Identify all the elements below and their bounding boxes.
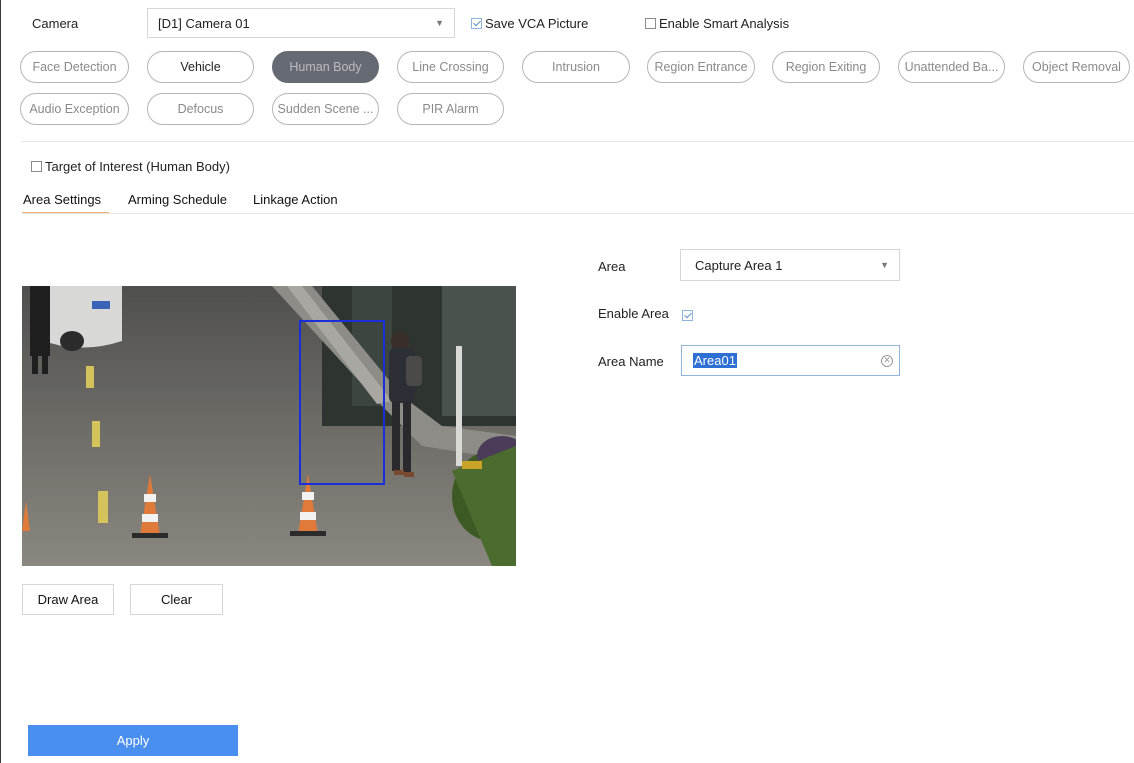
camera-preview-image [22,286,516,566]
pill-face-detection[interactable]: Face Detection [20,51,129,83]
save-vca-picture-option[interactable]: Save VCA Picture [471,16,588,31]
area-name-label: Area Name [598,354,664,369]
window-left-border [0,0,1,763]
clear-icon[interactable]: ✕ [881,354,893,367]
pill-region-exiting[interactable]: Region Exiting [772,51,880,83]
enable-area-label: Enable Area [598,306,669,321]
area-name-value[interactable]: Area01 [693,353,737,368]
enable-smart-analysis-checkbox[interactable] [645,18,656,29]
pill-region-entrance[interactable]: Region Entrance [647,51,755,83]
divider [22,141,1134,142]
pill-pir-alarm[interactable]: PIR Alarm [397,93,504,125]
area-select-value: Capture Area 1 [695,257,783,273]
pill-defocus[interactable]: Defocus [147,93,254,125]
pill-label: Region Exiting [785,60,867,74]
pill-label: Vehicle [180,60,221,74]
tab-area-settings[interactable]: Area Settings [23,192,101,207]
area-select[interactable]: Capture Area 1 ▼ [680,249,900,281]
tab-arming-schedule[interactable]: Arming Schedule [128,192,227,207]
pill-audio-exception[interactable]: Audio Exception [20,93,129,125]
pill-label: PIR Alarm [422,102,479,116]
pill-label: Audio Exception [29,102,120,116]
enable-smart-analysis-label: Enable Smart Analysis [659,16,790,31]
target-of-interest-option[interactable]: Target of Interest (Human Body) [31,159,230,174]
chevron-down-icon: ▼ [435,18,444,28]
tab-linkage-action[interactable]: Linkage Action [253,192,338,207]
camera-select[interactable]: [D1] Camera 01 ▼ [147,8,455,38]
chevron-down-icon: ▼ [880,260,889,270]
pill-label: Human Body [289,60,362,74]
area-label: Area [598,259,626,274]
pill-object-removal[interactable]: Object Removal [1023,51,1130,83]
pill-line-crossing[interactable]: Line Crossing [397,51,504,83]
enable-smart-analysis-option[interactable]: Enable Smart Analysis [645,16,789,31]
pill-vehicle[interactable]: Vehicle [147,51,254,83]
enable-area-checkbox[interactable] [682,310,693,322]
pill-label: Intrusion [552,60,600,74]
apply-button[interactable]: Apply [28,725,238,756]
area-name-input[interactable]: Area01 ✕ [681,345,900,376]
target-of-interest-checkbox[interactable] [31,161,42,172]
pill-label: Sudden Scene ... [277,102,374,116]
save-vca-picture-label: Save VCA Picture [485,16,589,31]
draw-area-button[interactable]: Draw Area [22,584,114,615]
save-vca-picture-checkbox[interactable] [471,18,482,29]
pill-label: Defocus [177,102,224,116]
pill-unattended-baggage[interactable]: Unattended Ba... [898,51,1005,83]
camera-preview[interactable] [22,286,516,566]
clear-button[interactable]: Clear [130,584,223,615]
camera-label: Camera [32,16,79,31]
pill-human-body[interactable]: Human Body [272,51,379,83]
pill-label: Line Crossing [412,60,489,74]
pill-sudden-scene-change[interactable]: Sudden Scene ... [272,93,379,125]
pill-label: Region Entrance [654,60,748,74]
tabs-divider [22,213,1134,214]
pill-label: Unattended Ba... [904,60,999,74]
pill-label: Object Removal [1032,60,1121,74]
pill-intrusion[interactable]: Intrusion [522,51,630,83]
pill-label: Face Detection [32,60,117,74]
target-of-interest-label: Target of Interest (Human Body) [45,159,230,174]
camera-select-value: [D1] Camera 01 [158,15,250,31]
